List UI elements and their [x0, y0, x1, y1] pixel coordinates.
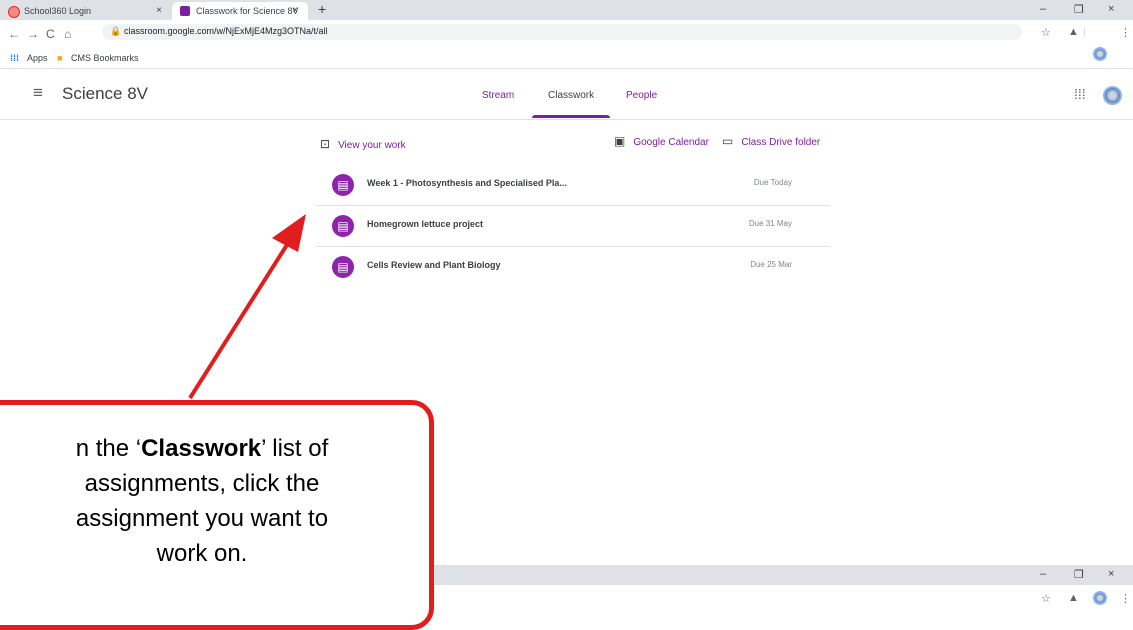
bookmark-apps[interactable]: Apps: [27, 53, 48, 63]
bookmark-star-icon[interactable]: ☆: [1041, 26, 1051, 39]
tab-close-icon[interactable]: ×: [292, 2, 298, 20]
bg-star-icon: ☆: [1041, 593, 1051, 605]
school360-favicon-icon: [8, 6, 20, 18]
calendar-label: Google Calendar: [633, 137, 709, 148]
browser-tab-school360[interactable]: School360 Login ×: [0, 2, 172, 20]
classroom-app-bar: ≡ Science 8V Stream Classwork People ⁞⁞⁞: [0, 69, 1133, 120]
view-your-work-link[interactable]: ⊡ View your work: [320, 137, 406, 151]
assignment-due-date: Due 31 May: [748, 219, 792, 228]
active-tab-indicator: [532, 115, 610, 118]
bg-profile-avatar: [1093, 591, 1107, 605]
lock-icon: 🔒: [110, 26, 122, 36]
callout-line-1: n the ‘Classwork’ list of: [75, 435, 329, 462]
background-window-toolbar: ☆ ▲ ⋮: [420, 585, 1133, 609]
browser-menu-icon[interactable]: ⋮: [1120, 26, 1131, 39]
bg-close-icon: ×: [1108, 568, 1115, 580]
bg-menu-icon: ⋮: [1120, 593, 1131, 605]
assignment-row[interactable]: ▤ Week 1 - Photosynthesis and Specialise…: [316, 165, 830, 206]
restore-button[interactable]: ❐: [1074, 3, 1084, 16]
tab-title: Classwork for Science 8V: [196, 6, 299, 16]
background-window-tab-strip: – ❐ ×: [420, 565, 1133, 585]
callout-line-2: assignments, click the: [84, 470, 320, 497]
arrow-shaft: [188, 238, 292, 400]
assignment-row[interactable]: ▤ Homegrown lettuce project Due 31 May: [316, 206, 830, 247]
view-work-label: View your work: [338, 140, 406, 151]
view-work-icon: ⊡: [320, 137, 331, 151]
assignment-due-date: Due 25 Mar: [750, 260, 792, 269]
class-drive-folder-link[interactable]: ▭ Class Drive folder: [722, 134, 820, 148]
arrow-head: [272, 214, 306, 252]
address-bar[interactable]: 🔒 classroom.google.com/w/NjExMjE4Mzg3OTN…: [102, 24, 1022, 40]
assignment-title: Week 1 - Photosynthesis and Specialised …: [367, 178, 567, 188]
bookmark-cms[interactable]: CMS Bookmarks: [71, 53, 139, 63]
browser-tab-strip: School360 Login × Classwork for Science …: [0, 0, 1133, 20]
menu-icon[interactable]: ≡: [33, 83, 43, 103]
window-close-button[interactable]: ×: [1108, 3, 1114, 15]
home-icon[interactable]: ⌂: [64, 27, 71, 41]
account-avatar[interactable]: [1103, 86, 1122, 105]
drive-folder-icon: ▭: [722, 134, 734, 148]
tab-classwork[interactable]: Classwork: [548, 90, 594, 101]
class-title[interactable]: Science 8V: [62, 84, 148, 104]
new-tab-button[interactable]: +: [318, 1, 326, 17]
bg-restore-icon: ❐: [1074, 569, 1084, 581]
reload-icon[interactable]: C: [46, 27, 55, 41]
tab-people[interactable]: People: [626, 90, 657, 101]
assignment-row[interactable]: ▤ Cells Review and Plant Biology Due 25 …: [316, 247, 830, 287]
tab-title: School360 Login: [24, 6, 92, 16]
assignment-due-date: Due Today: [753, 178, 792, 187]
drive-label: Class Drive folder: [741, 137, 821, 148]
extension-icon[interactable]: ▲: [1068, 26, 1079, 38]
assignment-title: Cells Review and Plant Biology: [367, 260, 501, 270]
back-arrow-icon[interactable]: ←: [8, 27, 20, 41]
assignment-icon: ▤: [332, 256, 354, 278]
bg-minimize-icon: –: [1040, 568, 1047, 580]
browser-toolbar: ← → C ⌂ 🔒 classroom.google.com/w/NjExMjE…: [0, 20, 1133, 61]
assignment-icon: ▤: [332, 215, 354, 237]
bookmarks-bar: ⁞⁞⁞ Apps ■ CMS Bookmarks: [0, 50, 1133, 69]
browser-tab-classwork[interactable]: Classwork for Science 8V ×: [172, 2, 308, 20]
apps-grid-icon[interactable]: ⁞⁞⁞: [1074, 86, 1086, 102]
instruction-callout: n the ‘Classwork’ list of assignments, c…: [0, 400, 434, 630]
callout-line-4: work on.: [156, 540, 248, 567]
callout-line-3: assignment you want to: [75, 505, 329, 532]
tab-stream[interactable]: Stream: [482, 90, 514, 101]
apps-grid-bookmark-icon: ⁞⁞⁞: [10, 53, 19, 63]
calendar-icon: ▣: [614, 134, 626, 148]
url-text: classroom.google.com/w/NjExMjE4Mzg3OTNa/…: [124, 26, 328, 36]
bg-extension-icon: ▲: [1068, 592, 1079, 604]
forward-arrow-icon[interactable]: →: [27, 27, 39, 41]
folder-icon: ■: [57, 53, 63, 63]
assignment-icon: ▤: [332, 174, 354, 196]
assignment-title: Homegrown lettuce project: [367, 219, 484, 229]
google-calendar-link[interactable]: ▣ Google Calendar: [614, 134, 709, 148]
toolbar-divider: |: [1083, 26, 1086, 38]
minimize-button[interactable]: –: [1040, 3, 1046, 15]
classroom-favicon-icon: [180, 6, 190, 16]
tab-close-icon[interactable]: ×: [156, 2, 162, 20]
